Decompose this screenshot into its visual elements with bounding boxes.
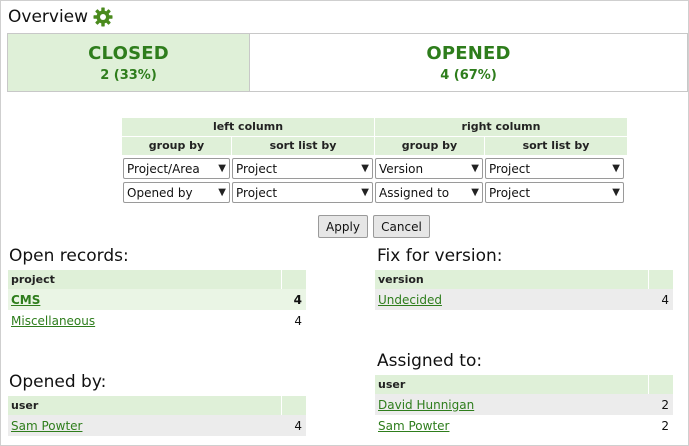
assigned-to-title: Assigned to:	[377, 351, 483, 371]
assigned-to-table: user David Hunnigan 2 Sam Powter 2	[375, 375, 673, 436]
open-records-table: project CMS 4 Miscellaneous 4	[8, 270, 306, 331]
opened-by-table: user Sam Powter 4	[8, 396, 306, 436]
project-link-cms[interactable]: CMS	[8, 293, 40, 307]
right-column-header: right column	[374, 118, 627, 136]
row-count: 4	[294, 418, 302, 433]
open-records-title: Open records:	[9, 246, 129, 266]
user-link-david-hunnigan[interactable]: David Hunnigan	[375, 398, 474, 412]
left-group-select-2[interactable]: Opened by ▼	[123, 182, 230, 203]
chevron-down-icon: ▼	[218, 163, 226, 174]
user-link-sam-powter[interactable]: Sam Powter	[8, 419, 82, 433]
closed-count: 2 (33%)	[100, 67, 157, 83]
status-closed[interactable]: CLOSED 2 (33%)	[8, 34, 250, 91]
left-column-header: left column	[122, 118, 374, 136]
apply-button[interactable]: Apply	[318, 215, 368, 238]
chevron-down-icon: ▼	[471, 187, 479, 198]
left-group-select-1[interactable]: Project/Area ▼	[123, 158, 230, 179]
table-row: CMS 4	[8, 289, 306, 310]
fix-for-version-table: version Undecided 4	[375, 270, 673, 310]
row-count: 4	[294, 313, 302, 328]
fix-for-version-title: Fix for version:	[377, 246, 503, 266]
right-sort-select-1[interactable]: Project ▼	[485, 158, 624, 179]
right-sort-by-header: sort list by	[484, 137, 627, 155]
row-count: 4	[661, 292, 669, 307]
chevron-down-icon: ▼	[361, 187, 369, 198]
opened-by-column-header: user	[11, 399, 39, 412]
chevron-down-icon: ▼	[361, 163, 369, 174]
cancel-button[interactable]: Cancel	[373, 215, 430, 238]
open-records-column-header: project	[11, 273, 55, 286]
grouping-config: left column right column group by sort l…	[122, 118, 627, 203]
assigned-to-column-header: user	[378, 378, 406, 391]
right-sort-select-2[interactable]: Project ▼	[485, 182, 624, 203]
status-summary: CLOSED 2 (33%) OPENED 4 (67%)	[7, 33, 688, 92]
left-group-by-header: group by	[122, 137, 231, 155]
chevron-down-icon: ▼	[612, 187, 620, 198]
project-link-miscellaneous[interactable]: Miscellaneous	[8, 314, 95, 328]
table-row: Sam Powter 4	[8, 415, 306, 436]
table-row: Sam Powter 2	[375, 415, 673, 436]
table-row: Undecided 4	[375, 289, 673, 310]
version-link-undecided[interactable]: Undecided	[375, 293, 442, 307]
page-title: Overview	[8, 7, 89, 27]
closed-label: CLOSED	[88, 42, 169, 64]
page-header: Overview	[8, 4, 113, 30]
left-sort-select-2[interactable]: Project ▼	[232, 182, 373, 203]
left-sort-select-1[interactable]: Project ▼	[232, 158, 373, 179]
right-group-by-header: group by	[374, 137, 484, 155]
user-link-sam-powter[interactable]: Sam Powter	[375, 419, 449, 433]
chevron-down-icon: ▼	[471, 163, 479, 174]
status-opened[interactable]: OPENED 4 (67%)	[250, 34, 687, 91]
version-column-header: version	[378, 273, 424, 286]
row-count: 2	[661, 418, 669, 433]
left-sort-by-header: sort list by	[231, 137, 374, 155]
opened-by-title: Opened by:	[9, 372, 107, 392]
table-row: David Hunnigan 2	[375, 394, 673, 415]
right-group-select-1[interactable]: Version ▼	[375, 158, 483, 179]
row-count: 4	[293, 292, 302, 307]
row-count: 2	[661, 397, 669, 412]
opened-count: 4 (67%)	[440, 67, 497, 83]
gear-icon[interactable]	[93, 7, 113, 27]
opened-label: OPENED	[426, 42, 511, 64]
chevron-down-icon: ▼	[612, 163, 620, 174]
chevron-down-icon: ▼	[218, 187, 226, 198]
right-group-select-2[interactable]: Assigned to ▼	[375, 182, 483, 203]
table-row: Miscellaneous 4	[8, 310, 306, 331]
